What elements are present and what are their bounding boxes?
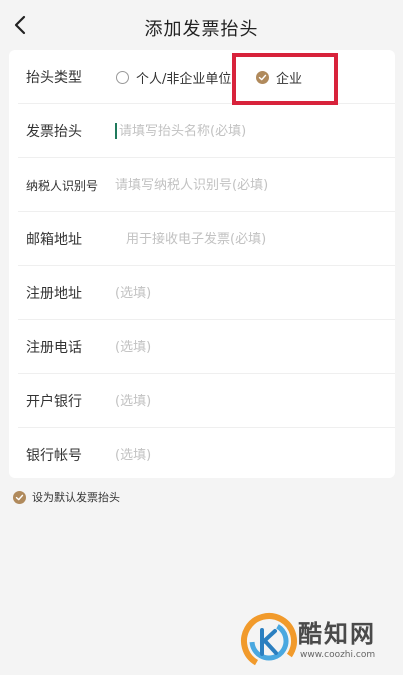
invoice-form: 抬头类型 个人/非企业单位 企业 发票抬头 纳税人识别号 邮箱地址 注册地址 xyxy=(9,50,395,478)
account-input[interactable] xyxy=(115,447,385,463)
address-input[interactable] xyxy=(115,285,385,301)
page-title: 添加发票抬头 xyxy=(144,19,259,40)
phone-label: 注册电话 xyxy=(26,340,82,356)
watermark: 酷知网 www.coozhi.com xyxy=(238,608,403,675)
checkbox-checked-icon xyxy=(13,490,26,504)
taxid-input[interactable] xyxy=(115,177,385,193)
bank-row: 开户银行 xyxy=(9,374,395,428)
bank-label: 开户银行 xyxy=(26,394,82,410)
coozhi-logo-icon xyxy=(241,613,297,669)
nav-bar: 添加发票抬头 xyxy=(0,0,403,52)
default-checkbox[interactable]: 设为默认发票抬头 xyxy=(13,489,120,505)
radio-personal[interactable]: 个人/非企业单位 xyxy=(116,68,231,87)
email-row: 邮箱地址 xyxy=(9,212,395,266)
title-label: 发票抬头 xyxy=(26,124,82,140)
taxid-row: 纳税人识别号 xyxy=(9,158,395,212)
radio-unchecked-icon xyxy=(116,70,129,84)
account-label: 银行帐号 xyxy=(26,448,82,464)
email-input[interactable] xyxy=(126,231,385,247)
watermark-text: 酷知网 xyxy=(298,619,376,648)
title-row: 发票抬头 xyxy=(9,104,395,158)
watermark-url: www.coozhi.com xyxy=(300,650,376,660)
text-cursor xyxy=(115,123,117,139)
title-input[interactable] xyxy=(119,123,385,139)
phone-input[interactable] xyxy=(115,339,385,355)
type-label: 抬头类型 xyxy=(26,70,82,86)
radio-personal-label: 个人/非企业单位 xyxy=(136,71,232,87)
bank-input[interactable] xyxy=(115,393,385,409)
account-row: 银行帐号 xyxy=(9,428,395,482)
address-label: 注册地址 xyxy=(26,286,82,302)
phone-row: 注册电话 xyxy=(9,320,395,374)
default-label: 设为默认发票抬头 xyxy=(32,491,120,504)
email-label: 邮箱地址 xyxy=(26,232,82,248)
taxid-label: 纳税人识别号 xyxy=(26,178,99,193)
address-row: 注册地址 xyxy=(9,266,395,320)
highlight-box xyxy=(232,53,338,105)
